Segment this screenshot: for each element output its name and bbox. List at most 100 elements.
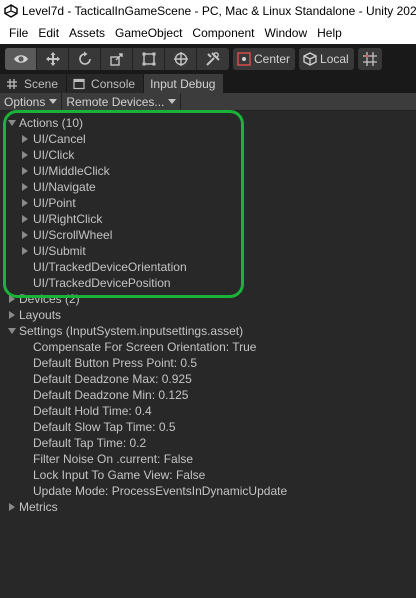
setting-label: Default Deadzone Min: 0.125 xyxy=(33,388,189,402)
scene-grid-icon xyxy=(6,78,18,90)
action-label: UI/Cancel xyxy=(33,132,86,146)
input-debug-options-bar: Options Remote Devices... xyxy=(0,92,416,111)
dropdown-caret-icon xyxy=(168,99,177,104)
setting-item: Default Tap Time: 0.2 xyxy=(33,435,146,451)
tab-scene-label: Scene xyxy=(24,76,59,91)
action-label: UI/ScrollWheel xyxy=(33,228,113,242)
setting-item: Compensate For Screen Orientation: True xyxy=(33,339,256,355)
options-dropdown[interactable]: Options xyxy=(0,92,63,111)
action-label: UI/Point xyxy=(33,196,76,210)
foldout-closed-icon xyxy=(9,311,15,319)
dropdown-caret-icon xyxy=(49,99,58,104)
setting-label: Default Hold Time: 0.4 xyxy=(33,404,152,418)
pivot-center-icon xyxy=(237,52,251,66)
action-label: UI/Navigate xyxy=(33,180,96,194)
setting-label: Compensate For Screen Orientation: True xyxy=(33,340,257,354)
tab-input-debug-label: Input Debug xyxy=(150,76,216,91)
window-title: Level7d - TacticalInGameScene - PC, Mac … xyxy=(22,4,416,18)
foldout-closed-icon xyxy=(22,183,28,191)
transform-gizmo-icon xyxy=(173,52,188,66)
action-label: UI/Click xyxy=(33,148,75,162)
tree-item-label: Layouts xyxy=(19,308,62,322)
menu-gameobject[interactable]: GameObject xyxy=(110,22,187,44)
rect-tool-button[interactable] xyxy=(133,48,165,70)
rotate-tool-button[interactable] xyxy=(69,48,101,70)
action-label: UI/Submit xyxy=(33,244,86,258)
setting-label: Default Slow Tap Time: 0.5 xyxy=(33,420,176,434)
setting-label: Default Deadzone Max: 0.925 xyxy=(33,372,192,386)
tree-item-label: Metrics xyxy=(19,500,58,514)
menu-help[interactable]: Help xyxy=(312,22,347,44)
setting-label: Filter Noise On .current: False xyxy=(33,452,194,466)
foldout-closed-icon xyxy=(22,247,28,255)
setting-item: Default Deadzone Max: 0.925 xyxy=(33,371,192,387)
setting-item: Lock Input To Game View: False xyxy=(33,467,205,483)
foldout-closed-icon xyxy=(22,231,28,239)
move-tool-button[interactable] xyxy=(37,48,69,70)
setting-item: Default Slow Tap Time: 0.5 xyxy=(33,419,176,435)
setting-label: Lock Input To Game View: False xyxy=(33,468,206,482)
pivot-mode-label: Center xyxy=(254,52,291,66)
pivot-rotation-label: Local xyxy=(320,52,349,66)
unity-logo-icon xyxy=(4,4,18,18)
transform-tool-button[interactable] xyxy=(165,48,197,70)
tree-item-action[interactable]: UI/TrackedDeviceOrientation xyxy=(33,259,187,275)
foldout-closed-icon xyxy=(22,199,28,207)
tree-item-label: Devices (2) xyxy=(19,292,80,306)
options-dropdown-label: Options xyxy=(4,94,46,109)
tree-item-action[interactable]: UI/TrackedDevicePosition xyxy=(33,275,171,291)
foldout-closed-icon xyxy=(9,503,15,511)
tab-console[interactable]: Console xyxy=(67,74,145,93)
menu-file[interactable]: File xyxy=(4,22,33,44)
editor-tab-bar: Scene Console Input Debug xyxy=(0,74,416,93)
tab-console-label: Console xyxy=(91,76,136,91)
local-space-cube-icon xyxy=(303,52,317,66)
eye-icon xyxy=(13,55,28,63)
action-label: UI/RightClick xyxy=(33,212,103,226)
remote-devices-dropdown[interactable]: Remote Devices... xyxy=(62,92,182,111)
action-label: UI/TrackedDevicePosition xyxy=(33,276,171,290)
tools-wrench-icon xyxy=(206,52,220,66)
menu-assets[interactable]: Assets xyxy=(64,22,110,44)
move-arrows-icon xyxy=(45,52,60,66)
foldout-open-icon xyxy=(8,120,16,126)
custom-tool-button[interactable] xyxy=(197,48,229,70)
transform-tools-group xyxy=(5,48,229,70)
grid-snap-icon xyxy=(362,52,377,66)
action-label: UI/TrackedDeviceOrientation xyxy=(33,260,187,274)
view-tool-button[interactable] xyxy=(5,48,37,70)
rotate-icon xyxy=(78,51,91,65)
setting-item: Default Hold Time: 0.4 xyxy=(33,403,152,419)
main-toolbar: Center Local xyxy=(0,44,416,74)
console-icon xyxy=(73,78,85,90)
remote-devices-label: Remote Devices... xyxy=(66,94,165,109)
pivot-mode-button[interactable]: Center xyxy=(233,48,296,70)
setting-item: Default Deadzone Min: 0.125 xyxy=(33,387,188,403)
setting-label: Default Tap Time: 0.2 xyxy=(33,436,147,450)
menu-window[interactable]: Window xyxy=(259,22,312,44)
scale-tool-button[interactable] xyxy=(101,48,133,70)
menu-edit[interactable]: Edit xyxy=(33,22,64,44)
foldout-closed-icon xyxy=(22,135,28,143)
foldout-closed-icon xyxy=(22,151,28,159)
action-label: UI/MiddleClick xyxy=(33,164,110,178)
setting-item: Default Button Press Point: 0.5 xyxy=(33,355,197,371)
pivot-rotation-button[interactable]: Local xyxy=(299,48,354,70)
setting-label: Update Mode: ProcessEventsInDynamicUpdat… xyxy=(33,484,288,498)
foldout-closed-icon xyxy=(9,295,15,303)
setting-item: Update Mode: ProcessEventsInDynamicUpdat… xyxy=(33,483,287,499)
menu-bar: File Edit Assets GameObject Component Wi… xyxy=(0,22,416,44)
tab-input-debug[interactable]: Input Debug xyxy=(144,74,225,93)
foldout-closed-icon xyxy=(22,167,28,175)
grid-snap-button[interactable] xyxy=(357,48,382,70)
rect-transform-icon xyxy=(142,52,155,66)
foldout-open-icon xyxy=(8,328,16,334)
setting-label: Default Button Press Point: 0.5 xyxy=(33,356,198,370)
tree-item-label: Settings (InputSystem.inputsettings.asse… xyxy=(19,324,244,338)
tab-scene[interactable]: Scene xyxy=(0,74,68,93)
window-title-bar: Level7d - TacticalInGameScene - PC, Mac … xyxy=(0,0,416,22)
foldout-closed-icon xyxy=(22,215,28,223)
menu-component[interactable]: Component xyxy=(187,22,259,44)
scale-icon xyxy=(109,53,123,66)
tree-item-actions[interactable]: Actions (10) xyxy=(8,115,248,131)
